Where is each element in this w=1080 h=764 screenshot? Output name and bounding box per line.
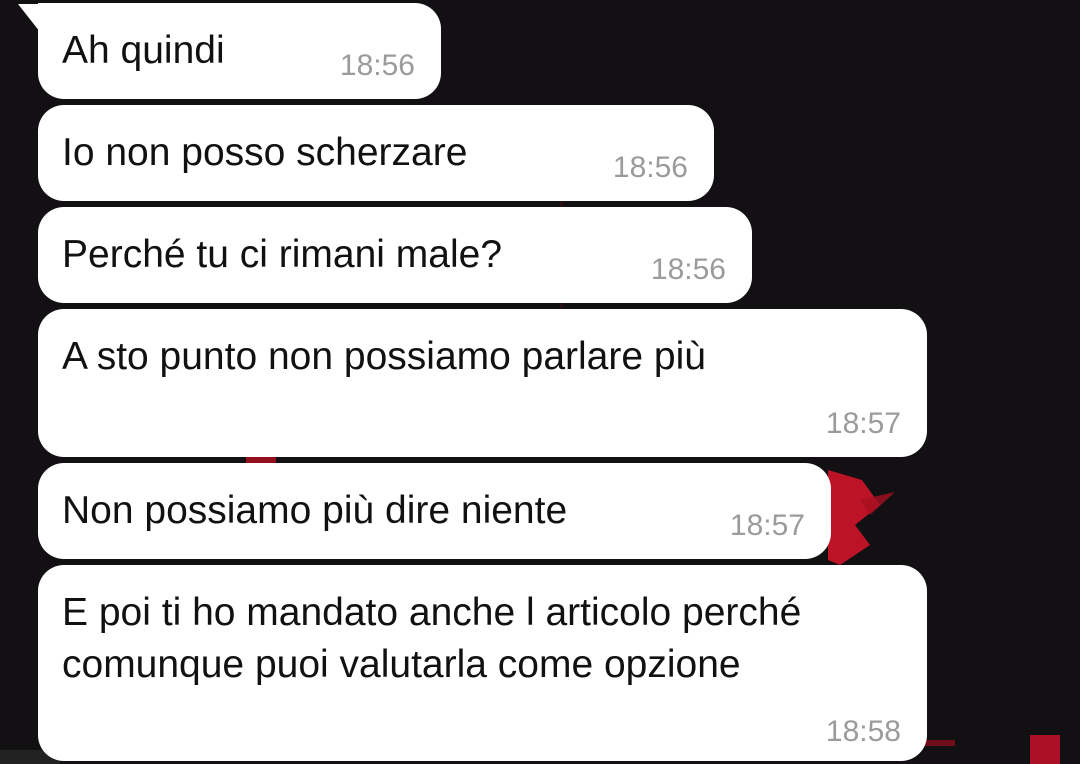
message-bubble[interactable]: Ah quindi 18:56 — [38, 3, 441, 99]
bubble-tail — [18, 4, 40, 32]
message-text: A sto punto non possiamo parlare più — [62, 335, 706, 378]
message-text: Perché tu ci rimani male? — [62, 233, 503, 276]
message-timestamp: 18:56 — [612, 151, 688, 184]
chat-message-list[interactable]: Ah quindi 18:56 Io non posso scherzare 1… — [0, 0, 1080, 764]
message-timestamp: 18:57 — [825, 407, 901, 440]
message-timestamp: 18:56 — [650, 253, 726, 286]
message-text: Non possiamo più dire niente — [62, 489, 568, 532]
message-timestamp: 18:58 — [825, 715, 901, 748]
message-bubble[interactable]: A sto punto non possiamo parlare più 18:… — [38, 309, 927, 457]
message-bubble[interactable]: E poi ti ho mandato anche l articolo per… — [38, 565, 927, 761]
message-timestamp: 18:57 — [729, 509, 805, 542]
message-text: Io non posso scherzare — [62, 131, 468, 174]
message-bubble[interactable]: Perché tu ci rimani male? 18:56 — [38, 207, 752, 303]
message-timestamp: 18:56 — [339, 49, 415, 82]
message-bubble[interactable]: Non possiamo più dire niente 18:57 — [38, 463, 831, 559]
message-text: Ah quindi — [62, 29, 225, 72]
message-text: E poi ti ho mandato anche l articolo per… — [62, 591, 802, 686]
message-bubble[interactable]: Io non posso scherzare 18:56 — [38, 105, 714, 201]
